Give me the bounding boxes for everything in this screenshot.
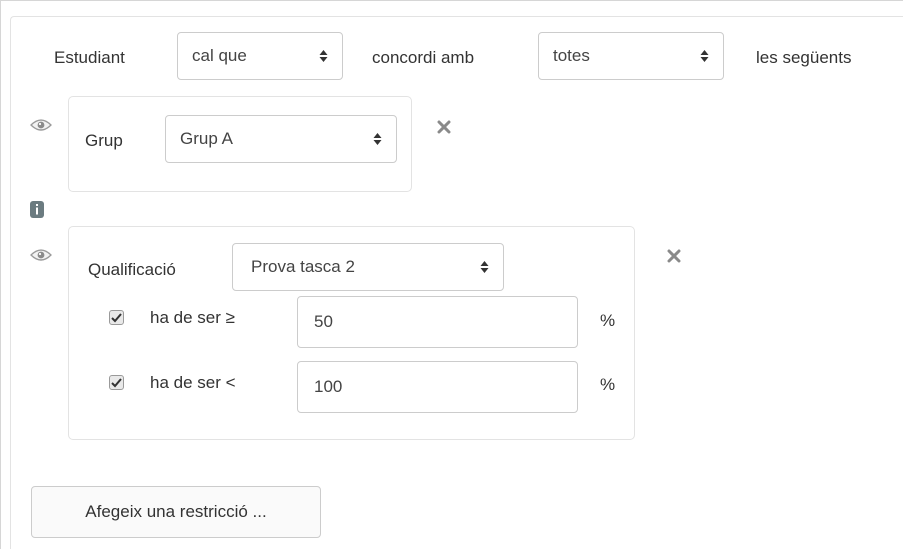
student-label: Estudiant [54,48,125,67]
add-restriction-label: Afegeix una restricció ... [85,502,267,521]
group-select-value: Grup A [180,129,233,148]
max-grade-label: ha de ser < [150,373,236,392]
info-icon[interactable] [30,201,44,218]
select-arrows-icon [373,133,382,145]
checkmark-icon [111,377,122,387]
group-select[interactable]: Grup A [165,115,397,163]
condition-group-panel: Grup Grup A [68,96,412,192]
must-select[interactable]: cal que [177,32,343,80]
select-arrows-icon [480,261,489,273]
min-grade-checkbox[interactable] [109,310,124,325]
max-grade-checkbox[interactable] [109,375,124,390]
min-grade-label: ha de ser ≥ [150,308,235,327]
eye-icon[interactable] [30,248,52,262]
close-icon[interactable] [437,120,451,134]
min-grade-value: 50 [314,312,333,331]
condition-type-label: Qualificació [88,260,176,279]
must-select-value: cal que [192,46,247,65]
add-restriction-button[interactable]: Afegeix una restricció ... [31,486,321,538]
select-arrows-icon [700,50,709,62]
grade-item-select[interactable]: Prova tasca 2 [232,243,504,291]
condition-grade-panel: Qualificació Prova tasca 2 ha de ser ≥ 5… [68,226,635,440]
match-select[interactable]: totes [538,32,724,80]
grade-item-select-value: Prova tasca 2 [251,257,355,276]
close-icon[interactable] [667,249,681,263]
match-select-value: totes [553,46,590,65]
following-label: les següents [756,48,852,67]
select-arrows-icon [319,50,328,62]
match-label: concordi amb [372,48,475,67]
max-grade-input[interactable]: 100 [297,361,578,413]
checkmark-icon [111,312,122,322]
condition-type-label: Grup [85,131,123,150]
percent-unit: % [600,311,616,330]
info-glyph [36,204,38,215]
percent-unit: % [600,375,616,394]
max-grade-value: 100 [314,377,343,396]
eye-icon[interactable] [30,118,52,132]
min-grade-input[interactable]: 50 [297,296,578,348]
